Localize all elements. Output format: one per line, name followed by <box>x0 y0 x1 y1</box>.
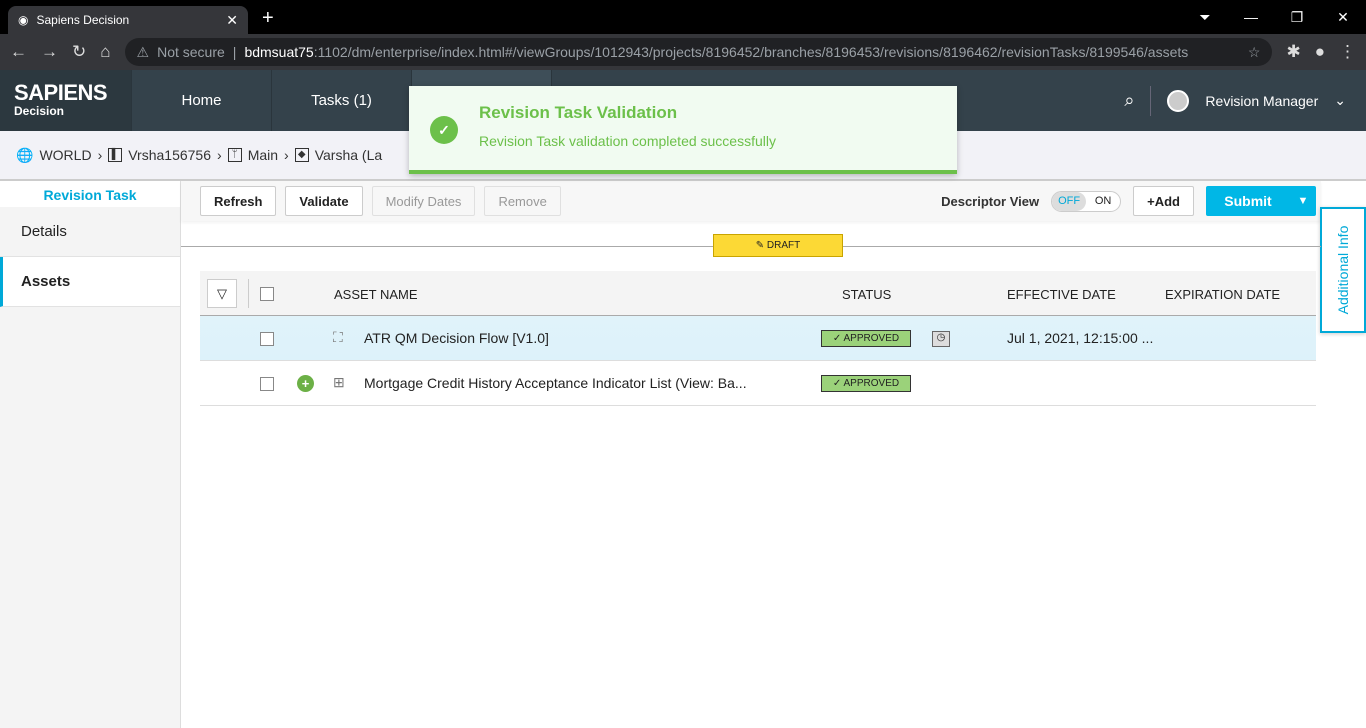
hierarchy-icon: ⊞ <box>333 374 345 390</box>
url-path: :1102/dm/enterprise/index.html#/viewGrou… <box>313 44 1189 60</box>
browser-menu-icon[interactable]: ⋮ <box>1339 42 1356 62</box>
draft-badge: ✎ DRAFT <box>713 234 843 257</box>
table-header: ▽ ASSET NAME STATUS EFFECTIVE DATE EXPIR… <box>200 271 1316 316</box>
separator: | <box>232 44 237 60</box>
row-checkbox[interactable] <box>260 332 274 346</box>
divider <box>1150 85 1152 116</box>
descriptor-view-label: Descriptor View <box>941 193 1040 209</box>
row-checkbox[interactable] <box>260 377 274 391</box>
restore-button[interactable]: ❐ <box>1274 0 1320 34</box>
nav-tasks[interactable]: Tasks (1) <box>271 70 411 131</box>
logo-text: SAPIENS <box>14 80 108 105</box>
status-label: APPROVED <box>843 378 900 389</box>
edit-icon: ✎ <box>755 240 767 251</box>
warning-icon: ⚠ <box>136 43 150 60</box>
favicon-icon: ◉ <box>18 13 29 27</box>
sapiens-logo[interactable]: SAPIENS Decision <box>0 70 131 131</box>
filter-button[interactable]: ▽ <box>207 279 237 308</box>
additional-info-tab[interactable]: Additional Info <box>1320 207 1366 333</box>
project-icon: ▌ <box>108 148 123 162</box>
toast-message: Revision Task validation completed succe… <box>479 133 776 149</box>
back-icon[interactable]: ← <box>10 42 27 62</box>
validation-toast: ✓ Revision Task Validation Revision Task… <box>409 86 957 174</box>
new-tab-button[interactable]: + <box>262 7 274 30</box>
breadcrumb-revision[interactable]: Varsha (La <box>315 147 382 163</box>
asset-name[interactable]: ATR QM Decision Flow [V1.0] <box>364 330 549 346</box>
validate-button[interactable]: Validate <box>285 186 363 216</box>
nav-home[interactable]: Home <box>131 70 271 131</box>
chevron-right-icon: › <box>97 147 103 163</box>
tab-title: Sapiens Decision <box>36 13 130 27</box>
minimize-button[interactable]: — <box>1228 0 1274 34</box>
browser-tab-strip: ◉ Sapiens Decision ✕ + ⏷ — ❐ ✕ <box>0 0 1366 34</box>
globe-icon: 🌐 <box>16 146 34 163</box>
security-label: Not secure <box>157 44 225 60</box>
breadcrumb-project[interactable]: Vrsha156756 <box>128 147 211 163</box>
submit-button[interactable]: Submit ▼ <box>1206 186 1316 216</box>
reload-icon[interactable]: ↻ <box>72 42 86 62</box>
sidebar-item-details[interactable]: Details <box>0 207 180 257</box>
profile-menu-icon[interactable]: ⏷ <box>1182 0 1228 34</box>
avatar[interactable]: ● <box>1315 42 1325 62</box>
breadcrumb-branch[interactable]: Main <box>248 147 278 163</box>
refresh-button[interactable]: Refresh <box>200 186 277 216</box>
user-menu[interactable]: Revision Manager <box>1205 93 1318 109</box>
check-circle-icon: ✓ <box>430 116 458 144</box>
extensions-icon[interactable]: ✱ <box>1286 42 1300 62</box>
tag-icon: ◆ <box>294 148 309 162</box>
branch-icon: ᛘ <box>227 148 242 162</box>
table-row[interactable]: ⛶ ATR QM Decision Flow [V1.0] ✓ APPROVED… <box>200 316 1316 361</box>
header-asset-name[interactable]: ASSET NAME <box>334 287 418 302</box>
chevron-right-icon: › <box>217 147 222 163</box>
clock-icon[interactable]: ◷ <box>932 331 950 347</box>
forward-icon[interactable]: → <box>41 42 58 62</box>
bookmark-star-icon[interactable]: ☆ <box>1248 44 1261 61</box>
status-label: APPROVED <box>843 333 900 344</box>
url-host: bdmsuat75 <box>244 44 314 60</box>
caret-down-icon[interactable]: ▼ <box>1290 195 1316 207</box>
toolbar: Refresh Validate Modify Dates Remove Des… <box>181 181 1321 221</box>
divider <box>248 279 249 308</box>
submit-label: Submit <box>1224 193 1272 209</box>
browser-tab[interactable]: ◉ Sapiens Decision ✕ <box>8 6 248 34</box>
modify-dates-button[interactable]: Modify Dates <box>371 186 476 216</box>
toggle-off: OFF <box>1052 191 1087 211</box>
table-row[interactable]: + ⊞ Mortgage Credit History Acceptance I… <box>200 361 1316 406</box>
address-bar-row: ← → ↻ ⌂ ⚠ Not secure | bdmsuat75:1102/dm… <box>0 34 1366 70</box>
sidebar-item-assets[interactable]: Assets <box>0 257 180 307</box>
window-controls: ⏷ — ❐ ✕ <box>1182 0 1366 34</box>
filter-icon: ▽ <box>217 286 227 301</box>
toggle-on: ON <box>1094 194 1112 207</box>
logo-subtext: Decision <box>14 104 65 118</box>
chevron-right-icon: › <box>284 147 289 163</box>
status-badge: ✓ APPROVED <box>821 375 911 392</box>
toast-title: Revision Task Validation <box>479 103 678 122</box>
draft-label: DRAFT <box>766 240 801 251</box>
close-tab-icon[interactable]: ✕ <box>226 12 238 29</box>
sidebar-heading: Revision Task <box>0 181 180 207</box>
home-icon[interactable]: ⌂ <box>100 42 110 62</box>
header-expiration-date[interactable]: EXPIRATION DATE <box>1165 287 1280 302</box>
breadcrumb-world[interactable]: WORLD <box>39 147 91 163</box>
additional-info-label: Additional Info <box>1335 225 1351 315</box>
header-status[interactable]: STATUS <box>842 287 891 302</box>
added-plus-icon: + <box>297 375 314 392</box>
decision-flow-icon: ⛶ <box>333 329 343 345</box>
remove-button[interactable]: Remove <box>484 186 561 216</box>
sidebar: Revision Task Details Assets <box>0 181 181 728</box>
url-input[interactable]: ⚠ Not secure | bdmsuat75:1102/dm/enterpr… <box>124 38 1273 66</box>
status-badge: ✓ APPROVED <box>821 330 911 347</box>
effective-date: Jul 1, 2021, 12:15:00 ... <box>1007 330 1154 346</box>
add-button[interactable]: +Add <box>1133 186 1194 216</box>
search-icon[interactable]: ⌕ <box>1124 90 1134 111</box>
close-window-button[interactable]: ✕ <box>1320 0 1366 34</box>
descriptor-view-toggle[interactable]: OFF ON <box>1051 190 1122 212</box>
header-effective-date[interactable]: EFFECTIVE DATE <box>1007 287 1116 302</box>
user-avatar[interactable] <box>1167 89 1190 112</box>
asset-name[interactable]: Mortgage Credit History Acceptance Indic… <box>364 375 747 391</box>
chevron-down-icon[interactable]: ⌄ <box>1334 92 1346 109</box>
select-all-checkbox[interactable] <box>260 287 274 301</box>
